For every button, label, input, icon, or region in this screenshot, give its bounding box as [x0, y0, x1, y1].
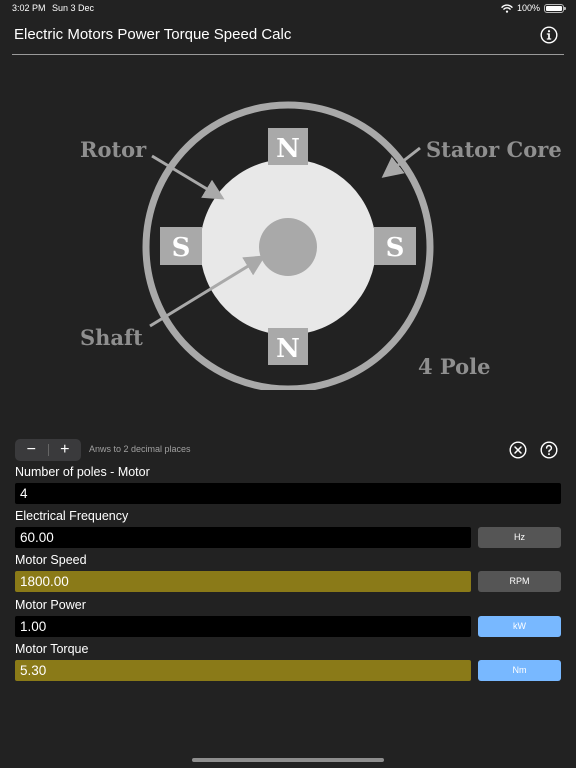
- pole-bottom-letter: N: [276, 334, 300, 364]
- clear-icon[interactable]: [509, 441, 527, 459]
- speed-unit-button[interactable]: RPM: [478, 571, 561, 592]
- page-title: Electric Motors Power Torque Speed Calc: [14, 26, 292, 43]
- frequency-label: Electrical Frequency: [15, 509, 129, 523]
- torque-result[interactable]: 5.30: [15, 660, 471, 681]
- shaft-circle: [259, 218, 317, 276]
- status-right: 100%: [501, 2, 566, 14]
- pole-count-label: 4 Pole: [418, 354, 491, 379]
- frequency-input[interactable]: 60.00: [15, 527, 471, 548]
- help-icon[interactable]: [540, 441, 558, 459]
- battery-level: [546, 5, 562, 11]
- pole-left-letter: S: [172, 233, 191, 263]
- speed-result[interactable]: 1800.00: [15, 571, 471, 592]
- decimal-places-note: Anws to 2 decimal places: [89, 444, 191, 454]
- home-indicator: [192, 758, 384, 762]
- decrease-decimals-button[interactable]: −: [15, 439, 48, 461]
- frequency-unit-button[interactable]: Hz: [478, 527, 561, 548]
- speed-label: Motor Speed: [15, 553, 87, 567]
- battery-tip: [564, 6, 566, 10]
- power-input[interactable]: 1.00: [15, 616, 471, 637]
- status-date: Sun 3 Dec: [52, 3, 95, 13]
- torque-label: Motor Torque: [15, 642, 89, 656]
- poles-input[interactable]: 4: [15, 483, 561, 504]
- wifi-icon: [501, 3, 513, 13]
- pole-right-letter: S: [386, 233, 405, 263]
- info-icon[interactable]: [540, 26, 558, 44]
- battery-icon: [544, 3, 566, 13]
- stator-core-label: Stator Core: [426, 137, 562, 162]
- rotor-label: Rotor: [80, 137, 147, 162]
- status-time: 3:02 PM: [12, 3, 46, 13]
- power-label: Motor Power: [15, 598, 86, 612]
- torque-unit-button[interactable]: Nm: [478, 660, 561, 681]
- decimal-stepper[interactable]: − +: [15, 439, 81, 461]
- increase-decimals-button[interactable]: +: [49, 439, 82, 461]
- poles-label: Number of poles - Motor: [15, 465, 150, 479]
- power-unit-button[interactable]: kW: [478, 616, 561, 637]
- shaft-label: Shaft: [80, 325, 143, 350]
- title-divider: [12, 54, 564, 55]
- pole-top-letter: N: [276, 134, 300, 164]
- motor-diagram: N N S S Rotor Stator Core Shaft 4 Pole: [80, 101, 562, 390]
- app-screen: 3:02 PM Sun 3 Dec 100% Electric Motors P…: [0, 0, 576, 768]
- battery-percent: 100%: [516, 3, 540, 13]
